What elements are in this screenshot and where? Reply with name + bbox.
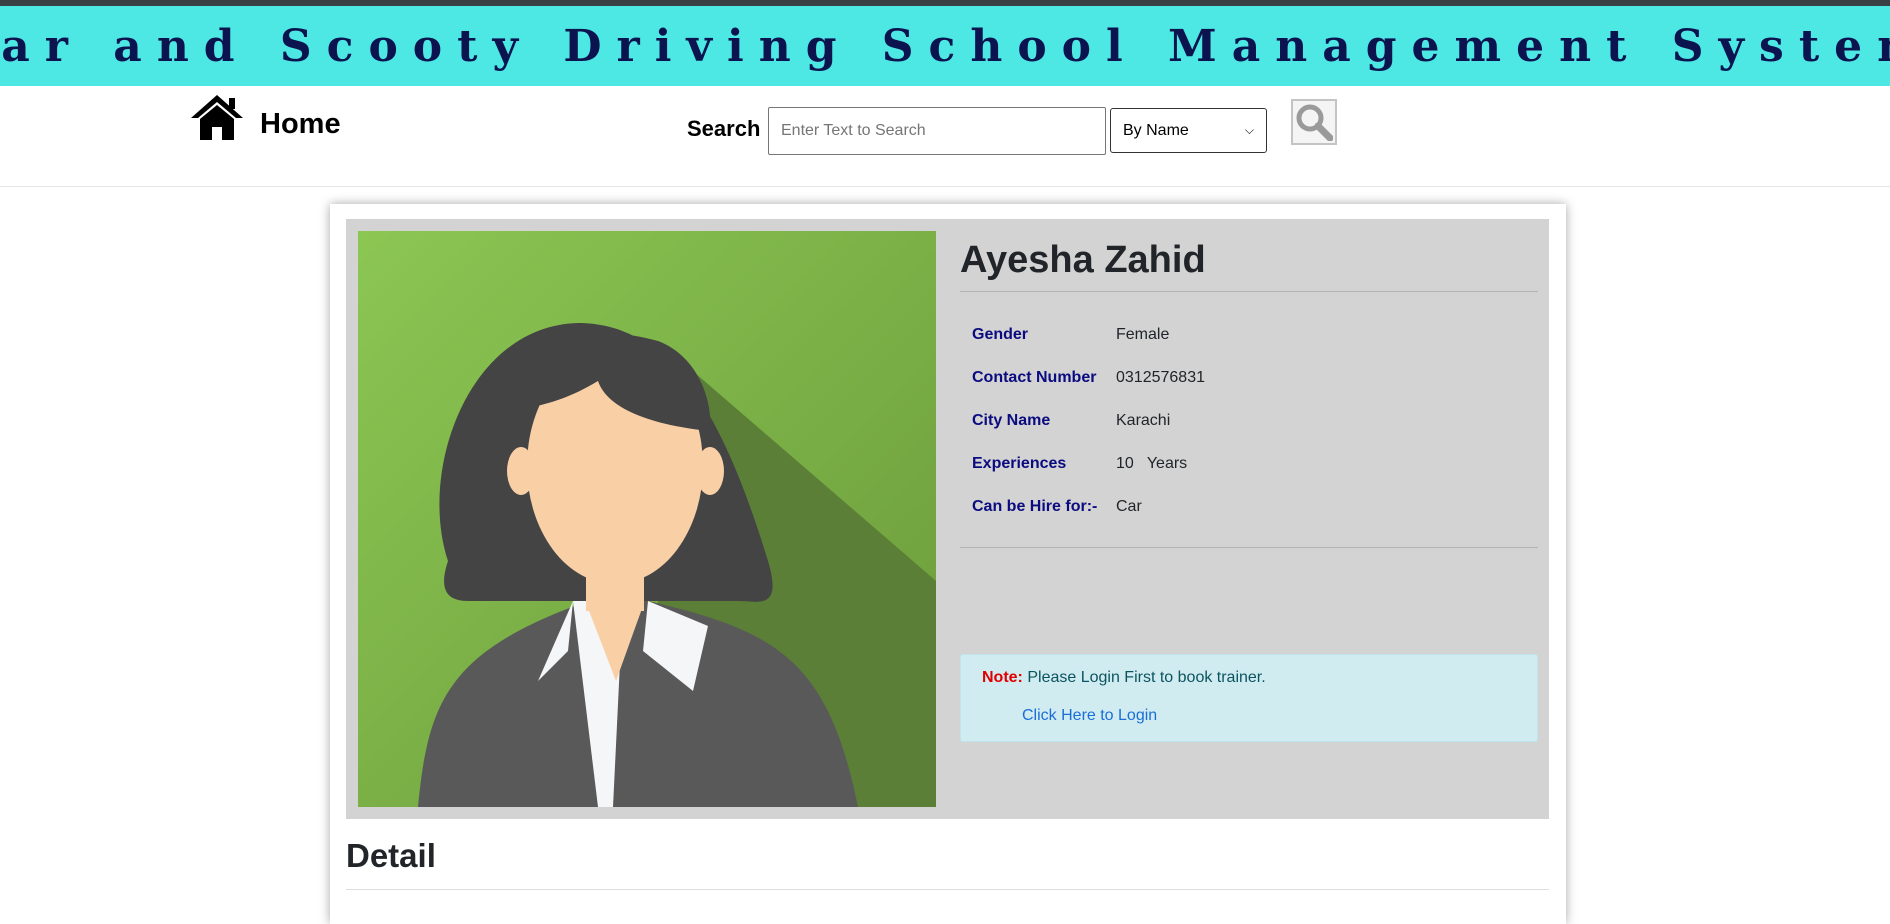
nav-bar: Home Search By Name ⌵ — [0, 86, 1890, 187]
detail-value: Karachi — [1116, 412, 1171, 429]
divider — [346, 889, 1549, 890]
detail-label: City Name — [972, 412, 1051, 429]
detail-row-hire-for: Can be Hire for:- Car — [960, 484, 1538, 527]
divider — [960, 547, 1538, 548]
home-label: Home — [260, 107, 341, 140]
detail-label: Can be Hire for:- — [972, 498, 1098, 515]
trainer-details: Gender Female Contact Number 0312576831 … — [960, 292, 1538, 547]
search-button[interactable] — [1291, 99, 1337, 145]
note-line: Note: Please Login First to book trainer… — [982, 669, 1516, 687]
login-link[interactable]: Click Here to Login — [1022, 707, 1157, 725]
detail-value: 10 Years — [1116, 455, 1188, 472]
site-banner: Car and Scooty Driving School Management… — [0, 6, 1890, 86]
detail-label: Contact Number — [972, 369, 1097, 386]
home-link[interactable]: Home — [190, 94, 341, 142]
site-title: Car and Scooty Driving School Management… — [0, 20, 1890, 72]
detail-row-city: City Name Karachi — [960, 398, 1538, 441]
search-by-select[interactable]: By Name ⌵ — [1110, 108, 1267, 153]
trainer-info: Ayesha Zahid Gender Female Contact Numbe… — [960, 219, 1538, 548]
search-by-value: By Name — [1123, 121, 1189, 139]
detail-heading: Detail — [346, 837, 436, 874]
search-input[interactable] — [768, 107, 1106, 155]
trainer-avatar — [358, 231, 936, 807]
detail-row-contact: Contact Number 0312576831 — [960, 355, 1538, 398]
chevron-down-icon: ⌵ — [1244, 123, 1254, 137]
trainer-name: Ayesha Zahid — [960, 239, 1206, 281]
detail-label: Experiences — [972, 455, 1067, 472]
login-note: Note: Please Login First to book trainer… — [960, 654, 1538, 742]
search-label: Search — [687, 116, 761, 141]
note-label: Note: — [982, 669, 1023, 686]
detail-row-experience: Experiences 10 Years — [960, 441, 1538, 484]
detail-label: Gender — [972, 326, 1029, 343]
trainer-profile-panel: Ayesha Zahid Gender Female Contact Numbe… — [346, 219, 1549, 819]
magnifier-icon — [1296, 104, 1333, 141]
detail-value: Car — [1116, 498, 1142, 515]
trainer-card: Ayesha Zahid Gender Female Contact Numbe… — [330, 204, 1566, 924]
home-icon — [191, 95, 243, 140]
detail-value: Female — [1116, 326, 1170, 343]
note-text: Please Login First to book trainer. — [1027, 669, 1266, 686]
detail-row-gender: Gender Female — [960, 312, 1538, 355]
detail-value: 0312576831 — [1116, 369, 1205, 386]
